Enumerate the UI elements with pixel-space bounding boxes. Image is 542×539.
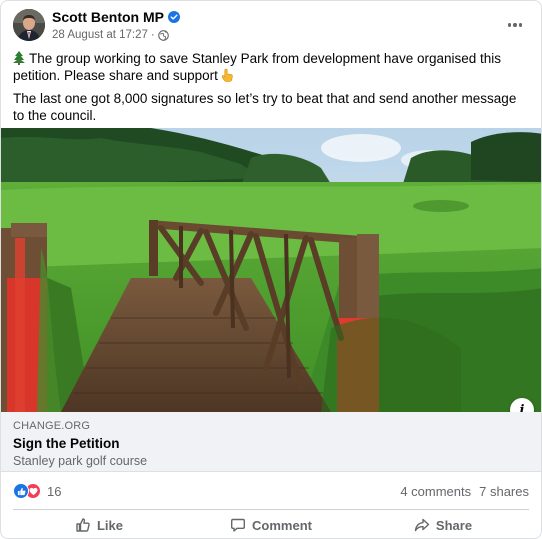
link-title[interactable]: Sign the Petition <box>13 436 531 451</box>
post-timestamp[interactable]: 28 August at 17:27 <box>52 29 148 41</box>
share-icon <box>414 518 430 532</box>
post-actions: Like Comment Share <box>13 511 529 538</box>
post-body: The group working to save Stanley Park f… <box>13 50 528 130</box>
thumbs-up-icon <box>76 518 90 532</box>
like-reaction-icon <box>13 483 29 499</box>
comment-button-label: Comment <box>252 517 312 533</box>
link-preview-image[interactable] <box>1 128 541 412</box>
link-preview[interactable]: CHANGE.ORG Sign the Petition Stanley par… <box>1 412 541 472</box>
post-paragraph-1: The group working to save Stanley Park f… <box>13 50 528 84</box>
reactions-summary[interactable]: 16 <box>13 483 61 499</box>
reaction-count[interactable]: 16 <box>47 484 61 499</box>
facebook-post-card: Scott Benton MP 28 August at 17:27 · The… <box>0 0 542 539</box>
author-name-text[interactable]: Scott Benton MP <box>52 9 164 25</box>
link-domain: CHANGE.ORG <box>13 420 91 432</box>
comment-icon <box>231 518 246 532</box>
more-options-icon[interactable] <box>503 13 527 37</box>
share-button-label: Share <box>435 517 473 533</box>
post-paragraph-1-text: The group working to save Stanley Park f… <box>13 51 502 83</box>
globe-icon[interactable] <box>157 29 169 41</box>
meta-separator: · <box>150 29 155 41</box>
comments-count[interactable]: 4 comments <box>400 484 471 499</box>
like-button-label: Like <box>96 517 123 533</box>
action-divider <box>13 509 529 510</box>
pointing-hand-icon <box>221 68 233 82</box>
comment-button[interactable]: Comment <box>185 511 357 538</box>
author-name[interactable]: Scott Benton MP <box>52 9 180 25</box>
shares-count[interactable]: 7 shares <box>479 484 529 499</box>
author-avatar[interactable] <box>13 9 45 41</box>
post-header: Scott Benton MP 28 August at 17:27 · <box>13 9 529 49</box>
engagement-stats: 16 4 comments 7 shares <box>13 479 529 503</box>
link-subtitle: Stanley park golf course <box>13 454 148 468</box>
share-button[interactable]: Share <box>357 511 529 538</box>
evergreen-tree-icon <box>13 51 25 65</box>
like-button[interactable]: Like <box>13 511 185 538</box>
comment-share-counts: 4 comments 7 shares <box>400 484 529 499</box>
post-meta: 28 August at 17:27 · <box>52 29 169 41</box>
verified-badge-icon <box>168 11 180 23</box>
post-paragraph-2: The last one got 8,000 signatures so let… <box>13 91 517 123</box>
